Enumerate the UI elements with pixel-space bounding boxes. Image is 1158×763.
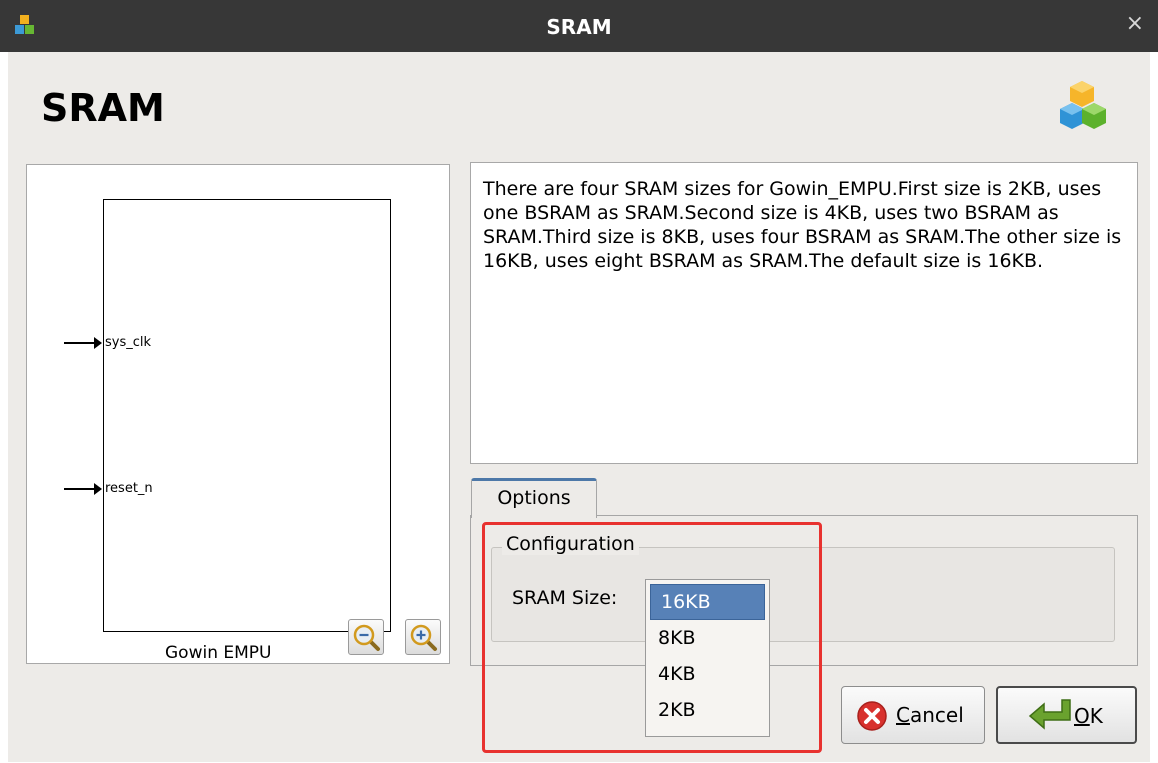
schematic-preview: sys_clk reset_n Gowin EMPU (26, 164, 450, 664)
module-name: Gowin EMPU (165, 643, 272, 663)
zoom-out-button[interactable] (348, 619, 384, 655)
module-block (103, 199, 391, 632)
zoom-in-button[interactable] (405, 619, 441, 655)
cancel-icon (857, 701, 887, 731)
sram-size-dropdown-list[interactable]: 16KB 8KB 4KB 2KB (645, 579, 770, 737)
zoom-out-icon (353, 624, 380, 651)
ok-mnemonic: O (1074, 704, 1090, 728)
configuration-group: Configuration SRAM Size: (491, 533, 1115, 642)
cubes-logo-icon (1060, 81, 1106, 129)
window-titlebar: SRAM × (0, 0, 1158, 52)
zoom-in-icon (410, 624, 437, 651)
tab-options[interactable]: Options (471, 478, 597, 518)
port-arrow (64, 488, 98, 490)
sram-size-option-2kb[interactable]: 2KB (646, 692, 769, 728)
sram-size-label: SRAM Size: (512, 587, 618, 609)
port-arrow (64, 342, 98, 344)
port-arrowhead (94, 483, 102, 495)
ok-button-label: OK (1074, 704, 1103, 728)
sram-dialog: SRAM sys_clk reset_n Gowin EMPU There ar… (8, 52, 1150, 762)
description-text: There are four SRAM sizes for Gowin_EMPU… (470, 162, 1138, 464)
close-icon[interactable]: × (1126, 13, 1144, 35)
cancel-mnemonic: C (896, 703, 910, 727)
port-arrowhead (94, 337, 102, 349)
cancel-label-rest: ancel (909, 703, 964, 727)
port-label: reset_n (105, 481, 153, 496)
port-label: sys_clk (105, 335, 152, 350)
sram-size-option-16kb[interactable]: 16KB (650, 584, 765, 620)
enter-arrow-icon (1028, 699, 1071, 730)
sram-size-option-8kb[interactable]: 8KB (646, 620, 769, 656)
ok-button[interactable]: OK (996, 686, 1137, 744)
cancel-button-label: Cancel (896, 703, 964, 727)
options-panel: Configuration SRAM Size: (470, 515, 1138, 666)
ok-label-rest: K (1089, 704, 1103, 728)
cancel-button[interactable]: Cancel (841, 686, 985, 744)
page-title: SRAM (41, 86, 165, 130)
window-title: SRAM (546, 15, 612, 39)
sram-size-option-4kb[interactable]: 4KB (646, 656, 769, 692)
configuration-group-label: Configuration (502, 533, 639, 555)
